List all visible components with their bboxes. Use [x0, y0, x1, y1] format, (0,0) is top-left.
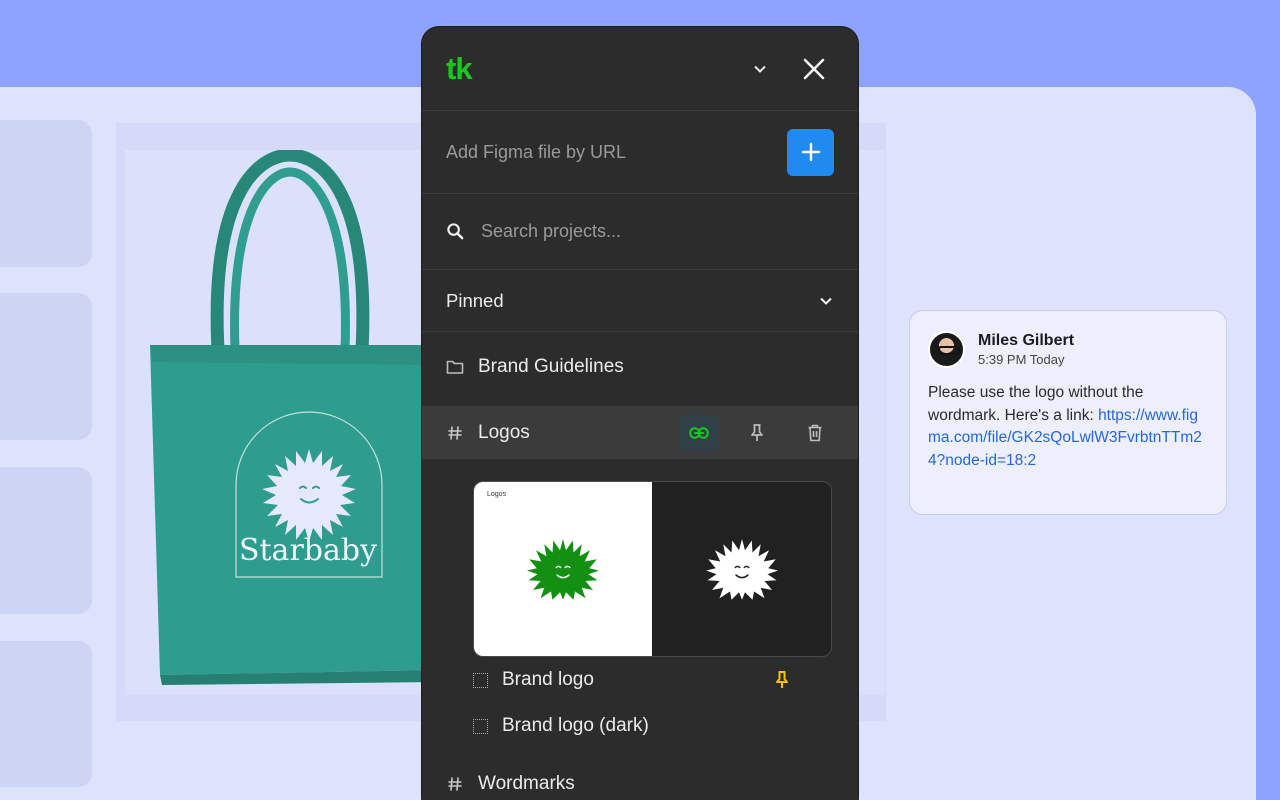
pin-button[interactable] [738, 415, 776, 451]
link-icon [689, 426, 709, 439]
add-file-row [422, 111, 858, 194]
starbaby-logo-icon [527, 539, 599, 600]
panel-header: tk [422, 27, 858, 111]
hash-icon [448, 776, 462, 791]
delete-button[interactable] [796, 415, 834, 451]
plus-icon [801, 142, 820, 162]
preview-dark [652, 482, 831, 656]
page-label: Logos [478, 421, 530, 443]
tk-panel: tk Pinned Brand Guidelines Logos [421, 26, 859, 800]
frame-item[interactable]: Brand logo (dark) [422, 703, 858, 749]
section-title: Pinned [446, 289, 504, 311]
search-row [422, 194, 858, 270]
close-icon[interactable] [794, 49, 834, 89]
comment-body: Please use the logo without the wordmark… [928, 382, 1208, 472]
page-thumbnail[interactable] [0, 641, 92, 787]
comment-author: Miles Gilbert [978, 332, 1075, 349]
brand-name-text: Starbaby [239, 533, 377, 568]
frame-label: Brand logo (dark) [502, 715, 649, 736]
frame-label: Brand logo [502, 669, 594, 690]
figma-url-input[interactable] [446, 141, 787, 163]
folder-label: Brand Guidelines [478, 356, 624, 377]
frame-icon [473, 718, 488, 734]
pinned-section-header[interactable]: Pinned [422, 270, 858, 332]
hash-icon [448, 425, 462, 440]
pin-button[interactable] [769, 667, 795, 693]
pin-icon [776, 671, 788, 688]
folder-item[interactable]: Brand Guidelines [422, 340, 858, 394]
comment-time: 5:39 PM Today [978, 352, 1065, 367]
page-thumbnail[interactable] [0, 467, 92, 614]
comment-card[interactable]: Miles Gilbert 5:39 PM Today Please use t… [909, 310, 1227, 515]
avatar [928, 331, 965, 368]
trash-icon [808, 424, 822, 441]
search-input[interactable] [481, 221, 834, 242]
frame-preview[interactable]: Logos [473, 481, 832, 657]
page-item-active[interactable]: Logos [422, 406, 858, 459]
preview-title: Logos [487, 491, 507, 498]
starbaby-logo-icon [705, 539, 778, 600]
page-thumbnail[interactable] [0, 293, 92, 440]
add-file-button[interactable] [787, 128, 834, 176]
page-thumbnail[interactable] [0, 120, 92, 267]
page-item[interactable]: Wordmarks [422, 757, 858, 800]
frame-icon [473, 672, 488, 688]
pin-icon [751, 423, 763, 441]
preview-light: Logos [474, 482, 652, 656]
chevron-down-icon [820, 297, 832, 305]
tk-logo: tk [446, 50, 473, 86]
chevron-down-icon[interactable] [740, 49, 780, 89]
page-label: Wordmarks [478, 772, 575, 794]
frame-item[interactable]: Brand logo [422, 657, 858, 703]
search-icon [447, 223, 464, 240]
folder-icon [446, 360, 464, 374]
copy-link-button[interactable] [680, 414, 718, 451]
tote-bag-image: Starbaby [150, 150, 440, 685]
